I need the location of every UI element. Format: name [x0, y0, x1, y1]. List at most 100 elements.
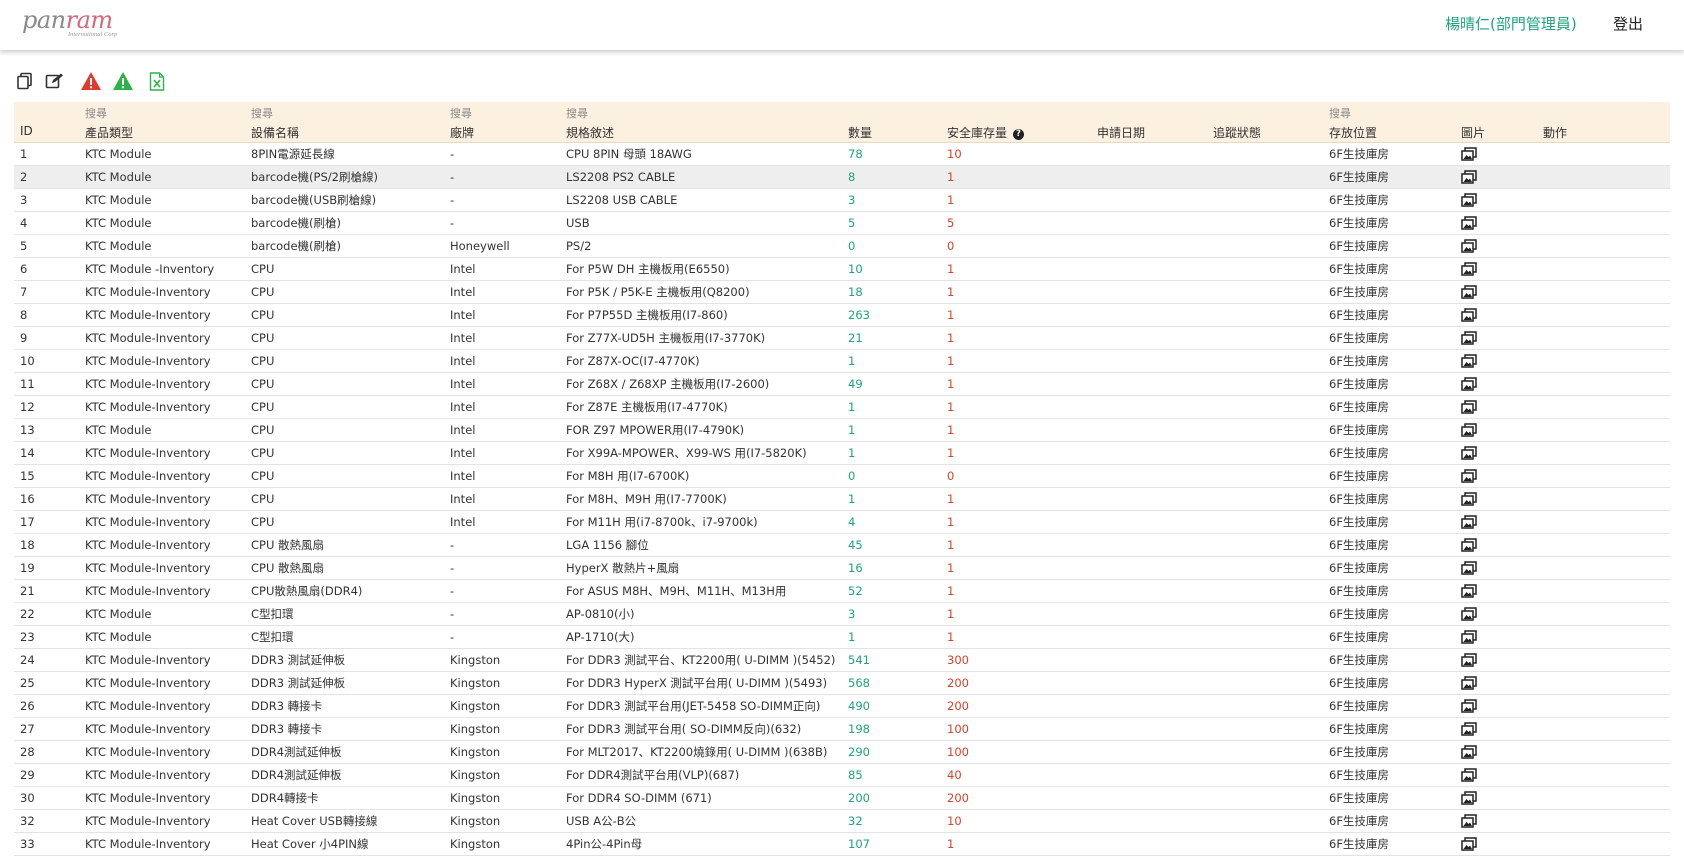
- table-row[interactable]: 19 KTC Module-Inventory CPU 散熱風扇 - HyperX 散熱…: [14, 557, 1670, 580]
- cell-location: 6F生技庫房: [1329, 400, 1389, 414]
- cell-device-name: DDR3 轉接卡: [251, 722, 323, 736]
- table-row[interactable]: 17 KTC Module-Inventory CPU Intel For M11H 用…: [14, 511, 1670, 534]
- image-icon[interactable]: [1461, 423, 1477, 437]
- user-profile-link[interactable]: 楊晴仁(部門管理員): [1445, 13, 1577, 34]
- table-row[interactable]: 10 KTC Module-Inventory CPU Intel For Z87X-O…: [14, 350, 1670, 373]
- image-icon[interactable]: [1461, 837, 1477, 851]
- search-link-spec[interactable]: 搜尋: [566, 105, 588, 121]
- table-row[interactable]: 11 KTC Module-Inventory CPU Intel For Z68X /…: [14, 373, 1670, 396]
- cell-brand: Intel: [450, 354, 476, 368]
- cell-quantity: 10: [848, 262, 863, 276]
- cell-quantity: 0: [848, 469, 856, 483]
- table-row[interactable]: 6 KTC Module -Inventory CPU Intel For P5W DH…: [14, 258, 1670, 281]
- image-icon[interactable]: [1461, 170, 1477, 184]
- column-header-track: 追蹤狀態: [1213, 126, 1262, 140]
- image-icon[interactable]: [1461, 147, 1477, 161]
- cell-safe-stock: 0: [947, 469, 955, 483]
- cell-product-type: KTC Module-Inventory: [85, 791, 211, 805]
- cell-brand: Intel: [450, 377, 476, 391]
- logout-link[interactable]: 登出: [1613, 13, 1643, 34]
- image-icon[interactable]: [1461, 354, 1477, 368]
- search-link-type[interactable]: 搜尋: [85, 105, 107, 121]
- table-row[interactable]: 14 KTC Module-Inventory CPU Intel For X99A-M…: [14, 442, 1670, 465]
- warning-red-icon[interactable]: [80, 70, 102, 92]
- table-row[interactable]: 1 KTC Module 8PIN電源延長線 - CPU 8PIN 母頭 18AWG 78…: [14, 143, 1670, 166]
- image-icon[interactable]: [1461, 791, 1477, 805]
- logo-text-accent: ram: [65, 6, 114, 34]
- image-icon[interactable]: [1461, 722, 1477, 736]
- table-row[interactable]: 5 KTC Module barcode機(刷槍) Honeywell PS/2 0 0 6F…: [14, 235, 1670, 258]
- image-icon[interactable]: [1461, 331, 1477, 345]
- image-icon[interactable]: [1461, 469, 1477, 483]
- cell-id: 5: [20, 239, 28, 253]
- table-row[interactable]: 26 KTC Module-Inventory DDR3 轉接卡 Kingston Fo…: [14, 695, 1670, 718]
- table-row[interactable]: 25 KTC Module-Inventory DDR3 測試延伸板 Kingston…: [14, 672, 1670, 695]
- table-row[interactable]: 2 KTC Module barcode機(PS/2刷槍線) - LS2208 PS2 …: [14, 166, 1670, 189]
- cell-quantity: 52: [848, 584, 863, 598]
- cell-product-type: KTC Module: [85, 193, 152, 207]
- table-row[interactable]: 28 KTC Module-Inventory DDR4測試延伸板 Kingston F…: [14, 741, 1670, 764]
- cell-id: 27: [20, 722, 35, 736]
- image-icon[interactable]: [1461, 561, 1477, 575]
- table-row[interactable]: 15 KTC Module-Inventory CPU Intel For M8H 用(…: [14, 465, 1670, 488]
- cell-device-name: C型扣環: [251, 607, 294, 621]
- image-icon[interactable]: [1461, 768, 1477, 782]
- image-icon[interactable]: [1461, 446, 1477, 460]
- table-row[interactable]: 7 KTC Module-Inventory CPU Intel For P5K / P…: [14, 281, 1670, 304]
- cell-id: 10: [20, 354, 35, 368]
- image-icon[interactable]: [1461, 216, 1477, 230]
- table-row[interactable]: 4 KTC Module barcode機(刷槍) - USB 5 5 6F生技庫房: [14, 212, 1670, 235]
- table-row[interactable]: 13 KTC Module CPU Intel FOR Z97 MPOWER用(I7-4…: [14, 419, 1670, 442]
- cell-safe-stock: 40: [947, 768, 962, 782]
- cell-spec: For MLT2017、KT2200燒錄用( U-DIMM )(638B): [566, 745, 828, 759]
- image-icon[interactable]: [1461, 607, 1477, 621]
- table-row[interactable]: 29 KTC Module-Inventory DDR4測試延伸板 Kingston F…: [14, 764, 1670, 787]
- table-row[interactable]: 8 KTC Module-Inventory CPU Intel For P7P55D …: [14, 304, 1670, 327]
- company-logo[interactable]: panram International Corp: [22, 8, 132, 42]
- image-icon[interactable]: [1461, 492, 1477, 506]
- search-link-brand[interactable]: 搜尋: [450, 105, 472, 121]
- image-icon[interactable]: [1461, 400, 1477, 414]
- cell-quantity: 1: [848, 630, 856, 644]
- image-icon[interactable]: [1461, 630, 1477, 644]
- image-icon[interactable]: [1461, 239, 1477, 253]
- table-row[interactable]: 22 KTC Module C型扣環 - AP-0810(小) 3 1 6F生技庫房: [14, 603, 1670, 626]
- image-icon[interactable]: [1461, 538, 1477, 552]
- search-link-device[interactable]: 搜尋: [251, 105, 273, 121]
- table-row[interactable]: 23 KTC Module C型扣環 - AP-1710(大) 1 1 6F生技庫房: [14, 626, 1670, 649]
- cell-id: 30: [20, 791, 35, 805]
- cell-location: 6F生技庫房: [1329, 262, 1389, 276]
- cell-brand: Kingston: [450, 745, 501, 759]
- image-icon[interactable]: [1461, 515, 1477, 529]
- help-icon[interactable]: ?: [1013, 129, 1025, 140]
- search-link-location[interactable]: 搜尋: [1329, 105, 1351, 121]
- copy-icon[interactable]: [14, 70, 36, 92]
- cell-quantity: 32: [848, 814, 863, 828]
- table-row[interactable]: 32 KTC Module-Inventory Heat Cover USB轉接線 K…: [14, 810, 1670, 833]
- table-row[interactable]: 12 KTC Module-Inventory CPU Intel For Z87E 主…: [14, 396, 1670, 419]
- warning-green-icon[interactable]: [112, 70, 134, 92]
- image-icon[interactable]: [1461, 193, 1477, 207]
- table-row[interactable]: 21 KTC Module-Inventory CPU散熱風扇(DDR4) - For …: [14, 580, 1670, 603]
- image-icon[interactable]: [1461, 814, 1477, 828]
- image-icon[interactable]: [1461, 653, 1477, 667]
- image-icon[interactable]: [1461, 262, 1477, 276]
- image-icon[interactable]: [1461, 584, 1477, 598]
- cell-location: 6F生技庫房: [1329, 170, 1389, 184]
- table-row[interactable]: 18 KTC Module-Inventory CPU 散熱風扇 - LGA 1156 …: [14, 534, 1670, 557]
- table-row[interactable]: 24 KTC Module-Inventory DDR3 測試延伸板 Kingston…: [14, 649, 1670, 672]
- image-icon[interactable]: [1461, 377, 1477, 391]
- image-icon[interactable]: [1461, 285, 1477, 299]
- top-navbar: panram International Corp 楊晴仁(部門管理員) 登出: [0, 0, 1684, 50]
- image-icon[interactable]: [1461, 699, 1477, 713]
- table-row[interactable]: 30 KTC Module-Inventory DDR4轉接卡 Kingston For…: [14, 787, 1670, 810]
- image-icon[interactable]: [1461, 745, 1477, 759]
- table-row[interactable]: 9 KTC Module-Inventory CPU Intel For Z77X-UD…: [14, 327, 1670, 350]
- excel-icon[interactable]: [146, 70, 168, 92]
- table-row[interactable]: 3 KTC Module barcode機(USB刷槍線) - LS2208 USB C…: [14, 189, 1670, 212]
- table-row[interactable]: 16 KTC Module-Inventory CPU Intel For M8H、M9…: [14, 488, 1670, 511]
- edit-icon[interactable]: [44, 70, 66, 92]
- image-icon[interactable]: [1461, 308, 1477, 322]
- table-row[interactable]: 27 KTC Module-Inventory DDR3 轉接卡 Kingston Fo…: [14, 718, 1670, 741]
- image-icon[interactable]: [1461, 676, 1477, 690]
